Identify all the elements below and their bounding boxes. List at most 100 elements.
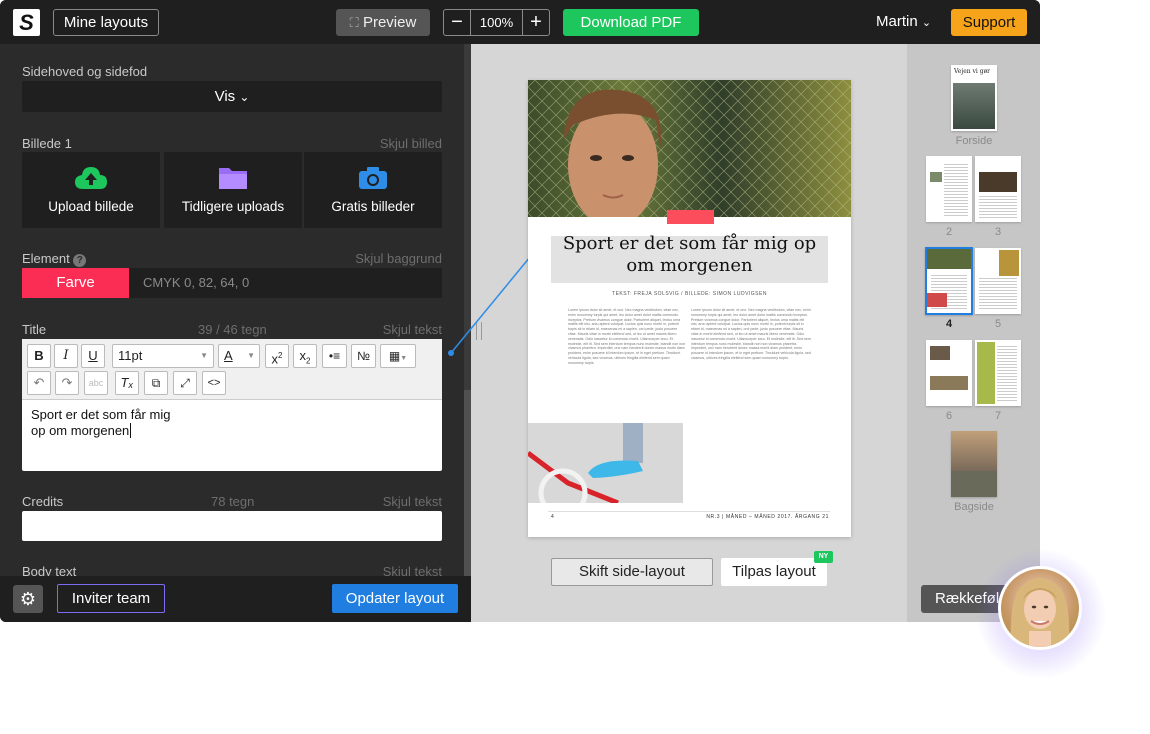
numbered-list-icon[interactable]: № (351, 344, 376, 368)
thumb-text-lines (979, 278, 1017, 310)
issue-info: NR.3 | MÅNED – MÅNED 2017. ÅRGANG 21 (706, 514, 829, 520)
title-line-2-text: op om morgenen (31, 423, 130, 438)
preview-label: Preview (362, 14, 417, 31)
user-name: Martin (876, 13, 918, 30)
header-footer-select[interactable]: Vis ⌄ (22, 81, 442, 112)
gear-icon[interactable]: ⚙ (13, 585, 43, 613)
thumb-image (999, 250, 1019, 276)
credits-input[interactable] (22, 511, 442, 541)
thumb-page-2[interactable] (926, 156, 972, 222)
thumb-page-5[interactable] (975, 248, 1021, 314)
bold-button[interactable]: B (27, 344, 51, 368)
previous-uploads-tile[interactable]: Tidligere uploads (164, 152, 302, 228)
thumb-cover[interactable]: Vejen vi gør (951, 65, 997, 131)
thumb-page-3[interactable] (975, 156, 1021, 222)
app-window: S Mine layouts ⛶ Preview − 100% + Downlo… (0, 0, 1040, 622)
thumb-page-6[interactable] (926, 340, 972, 406)
header-footer-value: Vis (214, 88, 236, 105)
support-button[interactable]: Support (951, 9, 1027, 36)
upload-image-tile[interactable]: Upload billede (22, 152, 160, 228)
text-cursor (130, 423, 132, 438)
update-layout-button[interactable]: Opdater layout (332, 584, 458, 613)
user-menu[interactable]: Martin ⌄ (876, 13, 931, 30)
caret-down-icon: ▼ (247, 351, 255, 360)
adjust-layout-button[interactable]: Tilpas layout (721, 558, 827, 586)
help-icon[interactable]: ? (73, 254, 87, 267)
hide-credits-link[interactable]: Skjul tekst (383, 494, 442, 509)
redo-icon[interactable]: ↷ (55, 371, 79, 395)
copy-icon[interactable]: ⧉ (144, 371, 168, 395)
thumb-image (927, 249, 971, 269)
thumb-text-lines (997, 346, 1017, 402)
page-byline: TEKST: FREJA SOLSVIG / BILLEDE: SIMON LU… (612, 291, 767, 297)
panel-scroll-thumb[interactable] (464, 390, 471, 576)
credits-char-count: 78 tegn (211, 494, 255, 509)
thumb-page-7[interactable] (975, 340, 1021, 406)
hide-title-link[interactable]: Skjul tekst (383, 322, 442, 337)
previous-uploads-label: Tidligere uploads (181, 199, 285, 214)
superscript-button[interactable]: x2 (265, 344, 289, 368)
color-value: CMYK 0, 82, 64, 0 (129, 268, 442, 298)
zoom-level: 100% (471, 9, 522, 36)
cover-photo[interactable] (528, 80, 851, 217)
font-size-select[interactable]: 11pt ▼ (112, 344, 214, 368)
upload-image-label: Upload billede (48, 199, 134, 214)
table-icon[interactable]: ▦▼ (380, 344, 416, 368)
header-footer-label: Sidehoved og sidefod (22, 64, 148, 79)
bike-photo[interactable] (528, 423, 683, 503)
code-icon[interactable]: <> (202, 371, 226, 395)
font-size-value: 11pt (118, 348, 143, 363)
top-bar: S Mine layouts ⛶ Preview − 100% + Downlo… (0, 0, 1040, 44)
camera-icon (359, 167, 387, 189)
thumb-label-4: 4 (945, 318, 953, 330)
my-layouts-button[interactable]: Mine layouts (53, 9, 159, 36)
support-avatar[interactable] (998, 566, 1082, 650)
title-editor[interactable]: B I U 11pt ▼ A ▼ x2 x2 •≡ № ▦▼ ↶ ↷ abc Tₓ… (22, 339, 442, 471)
accent-bar (667, 210, 714, 224)
zoom-out-button[interactable]: − (443, 9, 471, 36)
hide-image-link[interactable]: Skjul billed (380, 136, 442, 151)
logo-icon[interactable]: S (13, 9, 40, 36)
fullscreen-icon[interactable]: ⤢ (173, 371, 197, 395)
body-column-1: Lorem ipsum dolor sit amet, et orci. Nec… (568, 308, 686, 365)
zoom-in-button[interactable]: + (522, 9, 550, 36)
avatar-face (1010, 578, 1070, 647)
new-badge: NY (814, 551, 833, 563)
undo-icon[interactable]: ↶ (27, 371, 51, 395)
clear-format-icon[interactable]: Tₓ (115, 371, 139, 395)
spellcheck-icon[interactable]: abc (84, 371, 108, 395)
element-label-text: Element (22, 251, 70, 266)
thumb-cover-image (953, 83, 995, 129)
thumb-back-cover[interactable] (951, 431, 997, 497)
thumb-page-4-selected[interactable] (925, 247, 973, 315)
hide-body-link[interactable]: Skjul tekst (383, 564, 442, 576)
preview-button[interactable]: ⛶ Preview (336, 9, 430, 36)
subscript-button[interactable]: x2 (293, 344, 317, 368)
invite-team-button[interactable]: Inviter team (57, 584, 165, 613)
page-headline[interactable]: Sport er det som får mig op om morgenen (551, 233, 828, 277)
element-label: Element ? (22, 251, 87, 267)
thumb-label-5: 5 (994, 318, 1002, 330)
magazine-page[interactable]: Sport er det som får mig op om morgenen … (528, 80, 851, 537)
download-pdf-button[interactable]: Download PDF (563, 9, 699, 36)
italic-button[interactable]: I (54, 344, 78, 368)
title-label: Title (22, 322, 47, 337)
thumb-label-3: 3 (994, 226, 1002, 238)
thumb-label-6: 6 (945, 410, 953, 422)
hide-background-link[interactable]: Skjul baggrund (355, 251, 442, 266)
underline-button[interactable]: U (81, 344, 105, 368)
caret-down-icon: ▼ (200, 351, 208, 360)
thumb-label-back-cover: Bagside (954, 501, 994, 513)
thumb-label-cover: Forside (955, 135, 993, 147)
switch-layout-button[interactable]: Skift side-layout (551, 558, 713, 586)
thumb-image (930, 172, 942, 182)
free-images-label: Gratis billeder (331, 199, 415, 214)
color-button[interactable]: Farve (22, 268, 129, 298)
title-text[interactable]: Sport er det som får mig op om morgenen (31, 407, 170, 439)
free-images-tile[interactable]: Gratis billeder (304, 152, 442, 228)
thumb-image (927, 293, 947, 307)
thumb-image (977, 342, 995, 404)
text-color-button[interactable]: A ▼ (218, 344, 260, 368)
editor-toolbar: B I U 11pt ▼ A ▼ x2 x2 •≡ № ▦▼ ↶ ↷ abc Tₓ… (22, 339, 442, 400)
bullet-list-icon[interactable]: •≡ (322, 344, 347, 368)
